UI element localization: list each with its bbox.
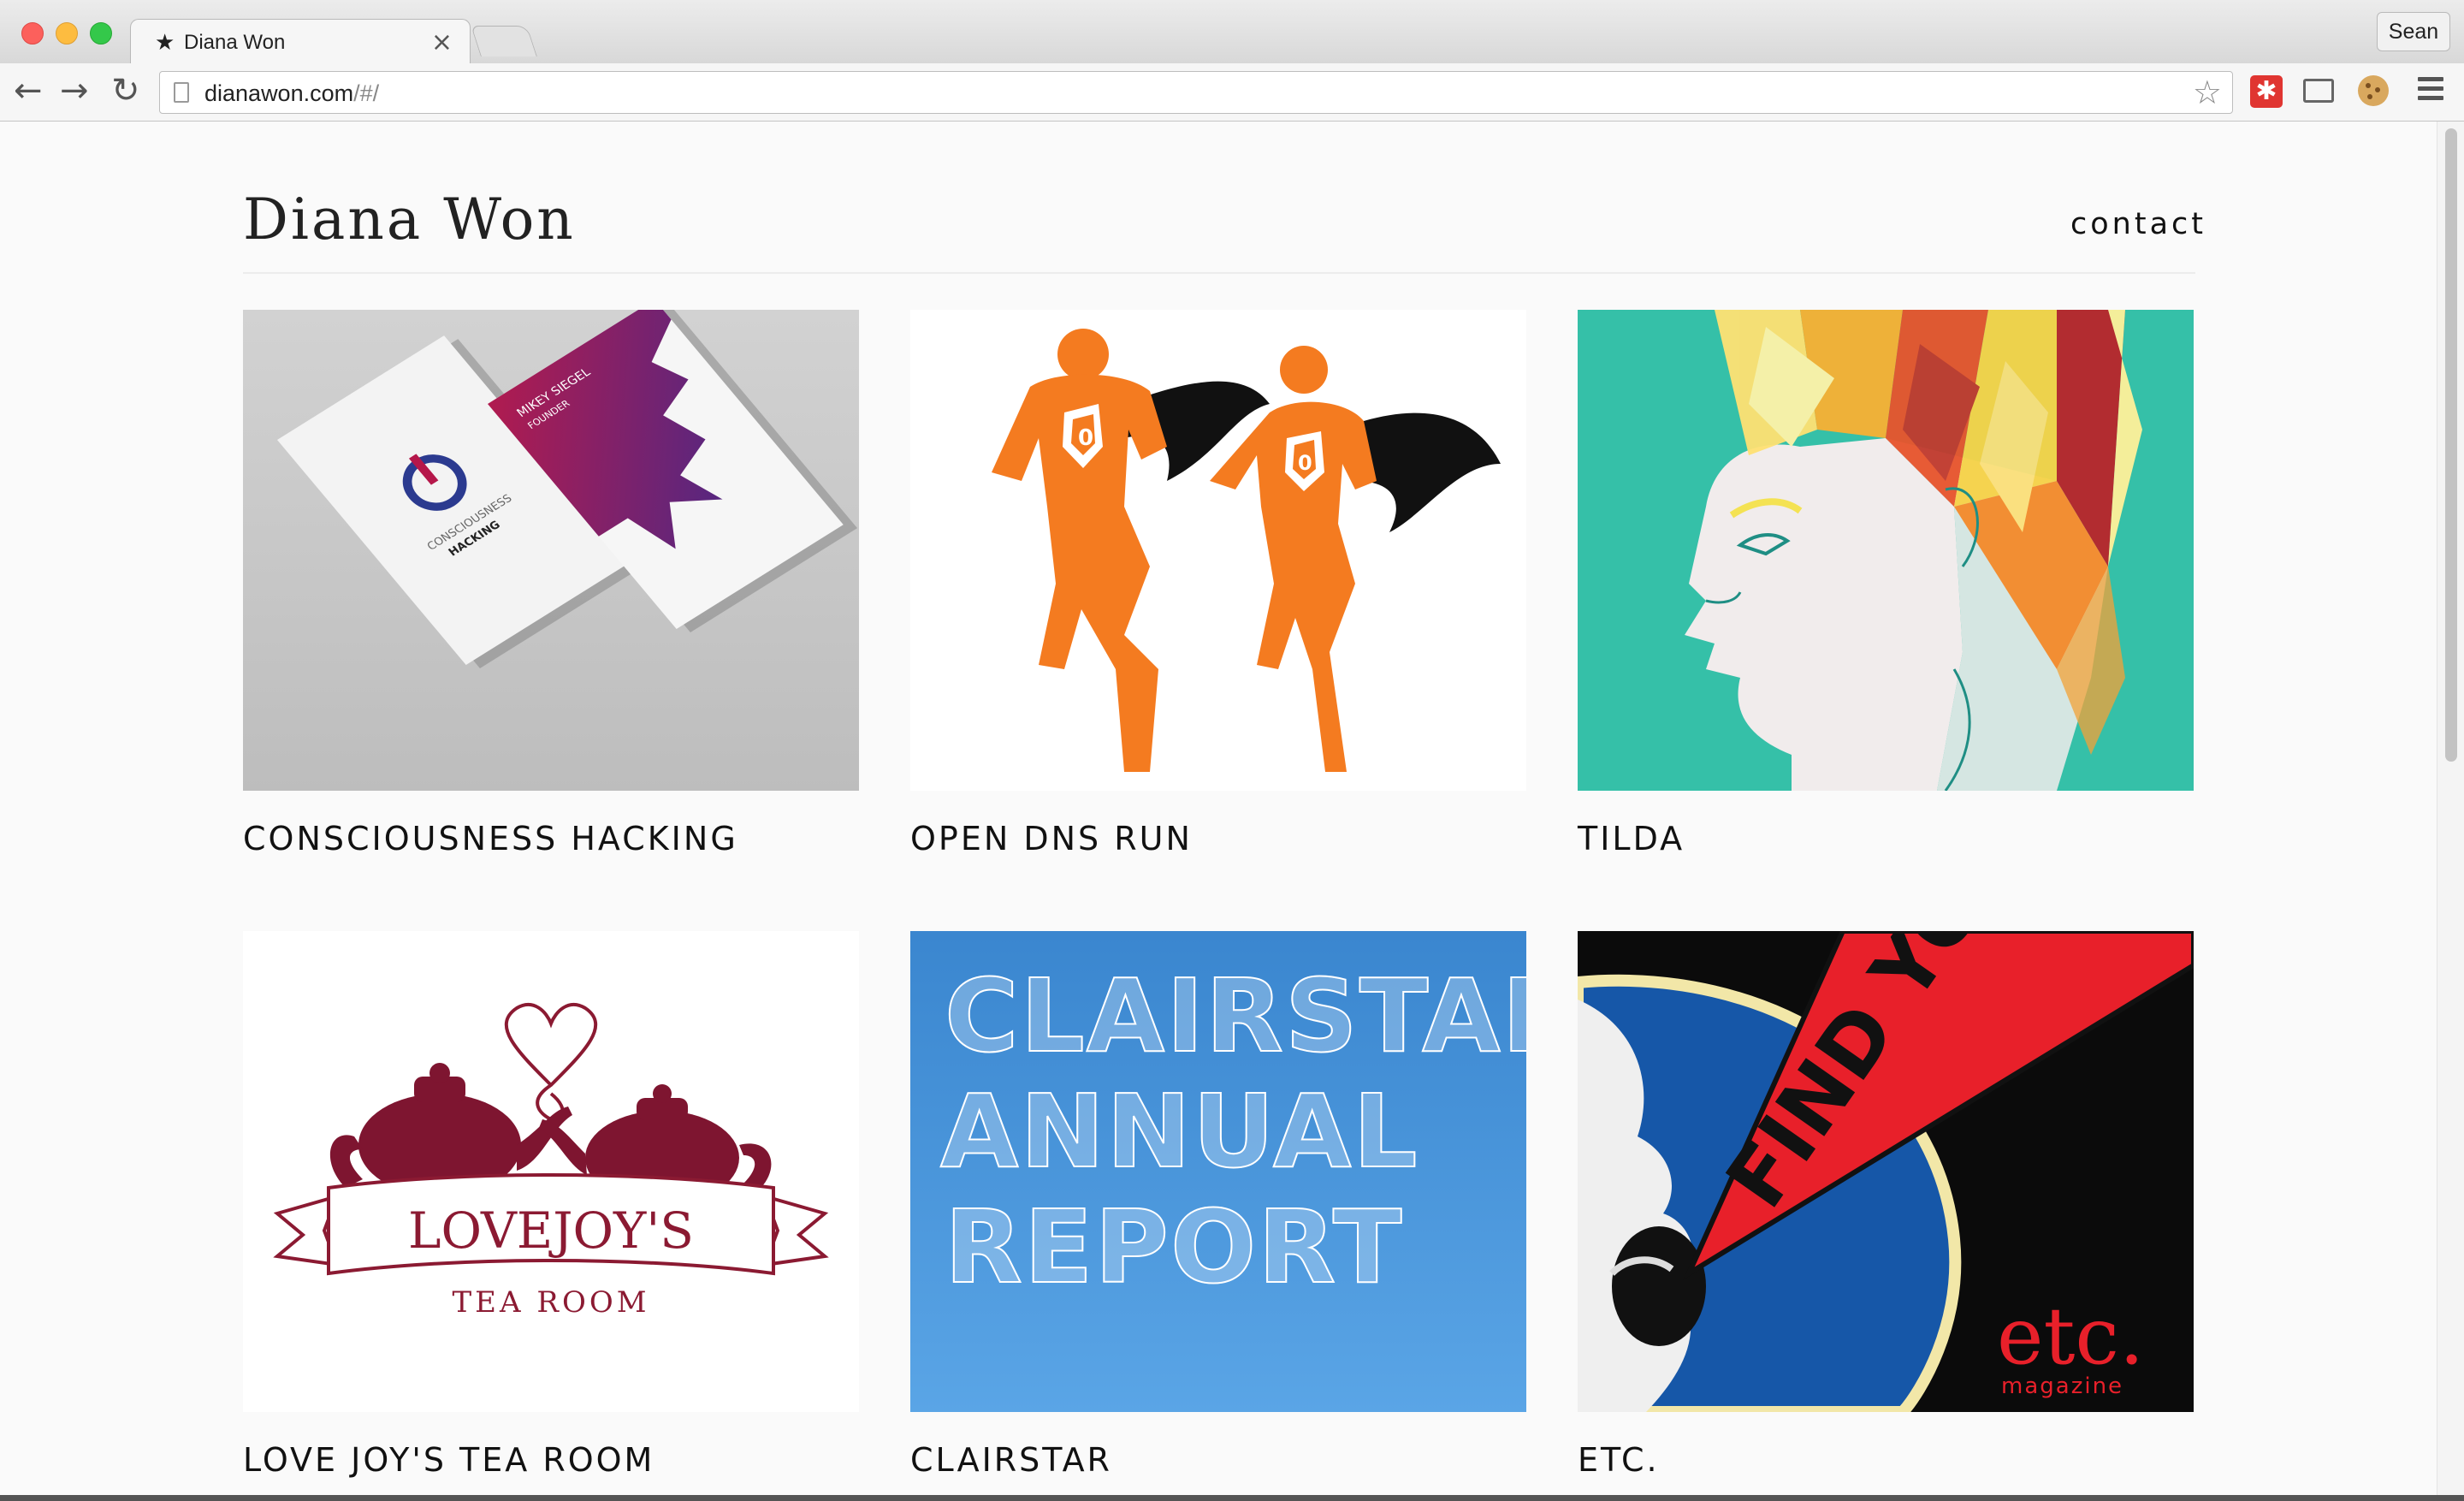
window-close-button[interactable] — [21, 22, 44, 44]
business-cards-image: CONSCIOUSNESS HACKING MIKEY SIEGEL FOUND… — [243, 310, 859, 791]
site-title[interactable]: Diana Won — [243, 187, 576, 252]
project-title[interactable]: OPEN DNS RUN — [910, 820, 1193, 857]
scrollbar-thumb[interactable] — [2445, 128, 2457, 762]
tab-favicon-star-icon: ★ — [155, 30, 175, 56]
project-thumbnail[interactable] — [1578, 310, 2194, 791]
svg-text:magazine: magazine — [2001, 1373, 2123, 1399]
tea-room-logo-image: LOVEJOY'S TEA ROOM — [243, 931, 859, 1412]
window-maximize-button[interactable] — [90, 22, 112, 44]
back-arrow-icon[interactable]: ← — [14, 72, 43, 110]
project-thumbnail[interactable]: FIND YOUR etc. magazine — [1578, 931, 2194, 1412]
svg-text:LOVEJOY'S: LOVEJOY'S — [408, 1201, 694, 1260]
svg-text:ANNUAL: ANNUAL — [940, 1072, 1419, 1190]
cast-icon[interactable] — [2303, 79, 2334, 103]
svg-text:CLAIRSTAR: CLAIRSTAR — [945, 957, 1526, 1075]
project-thumbnail[interactable]: CLAIRSTAR ANNUAL REPORT — [910, 931, 1526, 1412]
project-title[interactable]: CONSCIOUSNESS HACKING — [243, 820, 738, 857]
project-thumbnail[interactable]: CONSCIOUSNESS HACKING MIKEY SIEGEL FOUND… — [243, 310, 859, 791]
url-host: dianawon.com — [204, 80, 354, 106]
svg-text:REPORT: REPORT — [945, 1188, 1403, 1306]
project-title[interactable]: LOVE JOY'S TEA ROOM — [243, 1441, 654, 1479]
header-divider — [243, 272, 2195, 274]
project-title[interactable]: TILDA — [1578, 820, 1685, 857]
profile-button[interactable]: Sean — [2377, 12, 2450, 51]
window-bottom-edge — [0, 1495, 2464, 1501]
contact-link[interactable]: contact — [2070, 207, 2206, 241]
superhero-runners-image: 0 0 — [910, 310, 1526, 791]
browser-tab-active[interactable]: ★ Diana Won × — [130, 19, 471, 65]
browser-window: ★ Diana Won × Sean ← → ↻ dianawon.com/#/… — [0, 0, 2464, 1501]
project-thumbnail[interactable]: 0 0 — [910, 310, 1526, 791]
tab-close-icon[interactable]: × — [431, 27, 453, 57]
project-thumbnail[interactable]: LOVEJOY'S TEA ROOM — [243, 931, 859, 1412]
svg-text:TEA ROOM: TEA ROOM — [452, 1285, 649, 1320]
new-tab-button[interactable] — [471, 26, 537, 56]
project-title[interactable]: CLAIRSTAR — [910, 1441, 1112, 1479]
tab-strip: ★ Diana Won × Sean — [0, 0, 2464, 65]
tab-title: Diana Won — [184, 31, 286, 54]
page-viewport: Diana Won contact CONSCIOUSNESS HACKING … — [2, 122, 2437, 1495]
menu-icon[interactable] — [2418, 77, 2443, 104]
forward-arrow-icon[interactable]: → — [60, 72, 89, 110]
svg-text:0: 0 — [1298, 451, 1312, 475]
reload-icon[interactable]: ↻ — [111, 72, 140, 110]
address-bar[interactable]: dianawon.com/#/ ☆ — [159, 71, 2233, 114]
window-minimize-button[interactable] — [56, 22, 78, 44]
cookie-icon[interactable] — [2358, 75, 2389, 106]
browser-toolbar: ← → ↻ dianawon.com/#/ ☆ ✱ — [0, 63, 2464, 122]
svg-text:0: 0 — [1078, 425, 1093, 451]
url-path: /#/ — [353, 80, 380, 106]
svg-text:etc.: etc. — [1997, 1290, 2144, 1382]
bookmark-star-icon[interactable]: ☆ — [2193, 74, 2222, 111]
extension-icon[interactable]: ✱ — [2250, 75, 2283, 108]
magazine-cover-image: FIND YOUR etc. magazine — [1578, 931, 2194, 1412]
page-icon — [174, 82, 189, 103]
project-title[interactable]: ETC. — [1578, 1441, 1660, 1479]
portrait-illustration-image — [1578, 310, 2194, 791]
url-text[interactable]: dianawon.com/#/ — [204, 80, 379, 107]
annual-report-cover-image: CLAIRSTAR ANNUAL REPORT — [910, 931, 1526, 1412]
